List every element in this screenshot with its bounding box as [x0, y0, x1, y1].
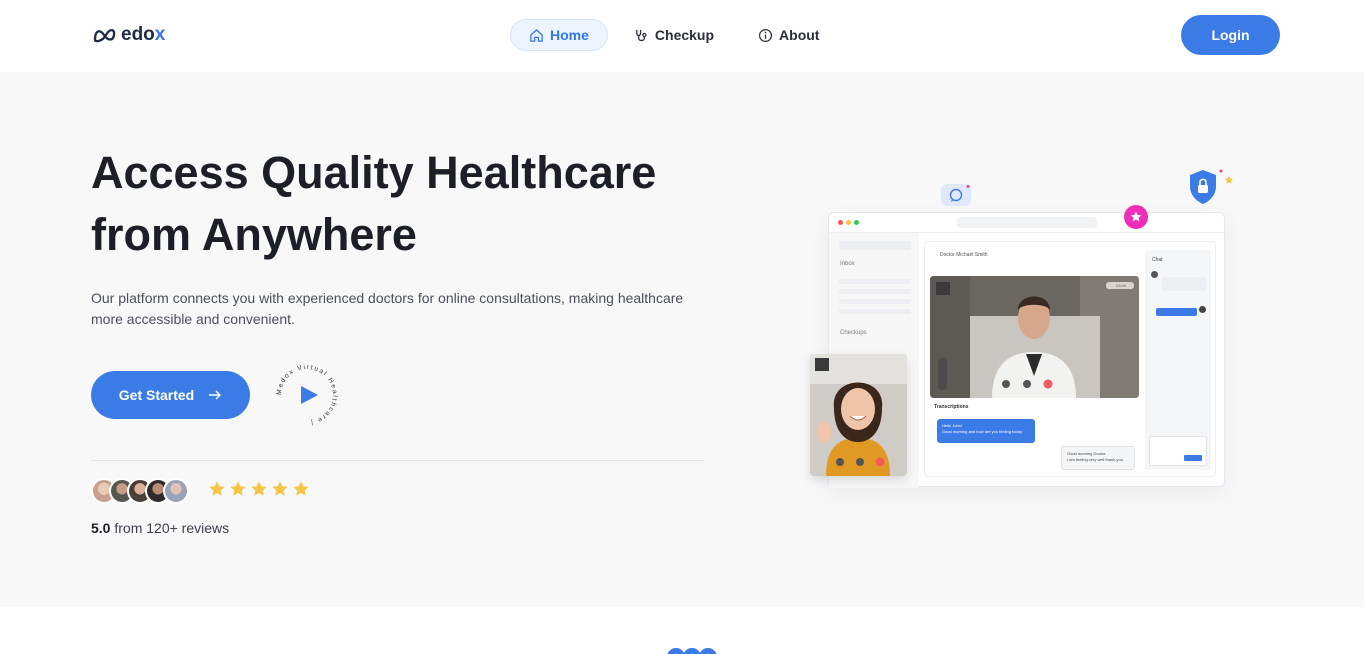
- section-logo-icon: [667, 648, 717, 654]
- rating-summary: 5.0 from 120+ reviews: [91, 520, 230, 536]
- security-shield-icon: [1187, 168, 1235, 215]
- info-icon: [759, 28, 773, 42]
- sidebar-inbox-label: Inbox: [840, 261, 855, 267]
- nav-home[interactable]: Home: [510, 19, 608, 51]
- mockup-chat-panel: Chat: [1145, 250, 1211, 470]
- consultation-panel: Doctor Michael Smith 23:04 Transcription…: [924, 241, 1216, 477]
- main-nav: Home Checkup About: [510, 19, 845, 51]
- star-icon: [293, 481, 309, 496]
- chat-label: Chat: [1152, 257, 1163, 263]
- reviewer-avatars: [91, 478, 189, 504]
- top-navbar: edox Home Checkup About Login: [0, 0, 1364, 72]
- hero-divider: [91, 460, 704, 461]
- login-button[interactable]: Login: [1181, 15, 1280, 55]
- home-icon: [530, 28, 543, 42]
- medox-logo-icon: [93, 28, 116, 43]
- hero-title: Access Quality Healthcare from Anywhere: [91, 147, 657, 260]
- brand-name: edox: [121, 24, 166, 45]
- call-timer: 23:04: [1116, 283, 1127, 288]
- hero-section: Access Quality Healthcare from Anywhere O…: [0, 72, 1364, 607]
- next-section: [0, 607, 1364, 654]
- play-ring-icon: Medox Virtual Healthcare |: [276, 364, 337, 426]
- favorite-star-icon: [1124, 205, 1148, 229]
- star-icon: [251, 481, 267, 496]
- rating-stars: [208, 480, 313, 498]
- patient-video-feed: [810, 354, 907, 476]
- nav-checkup[interactable]: Checkup: [616, 19, 732, 51]
- star-icon: [209, 481, 225, 496]
- hero-description: Our platform connects you with experienc…: [91, 290, 684, 327]
- arrow-right-icon: [209, 390, 222, 400]
- transcriptions-label: Transcriptions: [934, 404, 969, 410]
- nav-about[interactable]: About: [740, 19, 837, 51]
- play-icon: [301, 386, 318, 404]
- star-icon: [272, 481, 288, 496]
- sidebar-checkups-label: Checkups: [840, 330, 867, 336]
- transcript-bubble-doctor: Hello John! Good morning and how are you…: [937, 419, 1035, 443]
- star-icon: [230, 481, 246, 496]
- stethoscope-icon: [636, 29, 647, 41]
- doctor-name: Doctor Michael Smith: [940, 252, 988, 258]
- avatar: [163, 478, 189, 504]
- brand-logo[interactable]: edox: [93, 24, 165, 46]
- doctor-video-feed: 23:04: [930, 276, 1139, 398]
- get-started-button[interactable]: Get Started: [91, 371, 250, 419]
- play-video-button[interactable]: Medox Virtual Healthcare |: [275, 363, 339, 427]
- send-button: [1184, 455, 1202, 461]
- transcript-bubble-patient: Good morning Doctor. I am feeling very w…: [1061, 446, 1135, 470]
- chat-bubble-icon: [941, 184, 971, 206]
- chat-message-input: [1149, 436, 1207, 466]
- mockup-titlebar: [829, 213, 1224, 233]
- mockup-url-bar: [957, 217, 1097, 228]
